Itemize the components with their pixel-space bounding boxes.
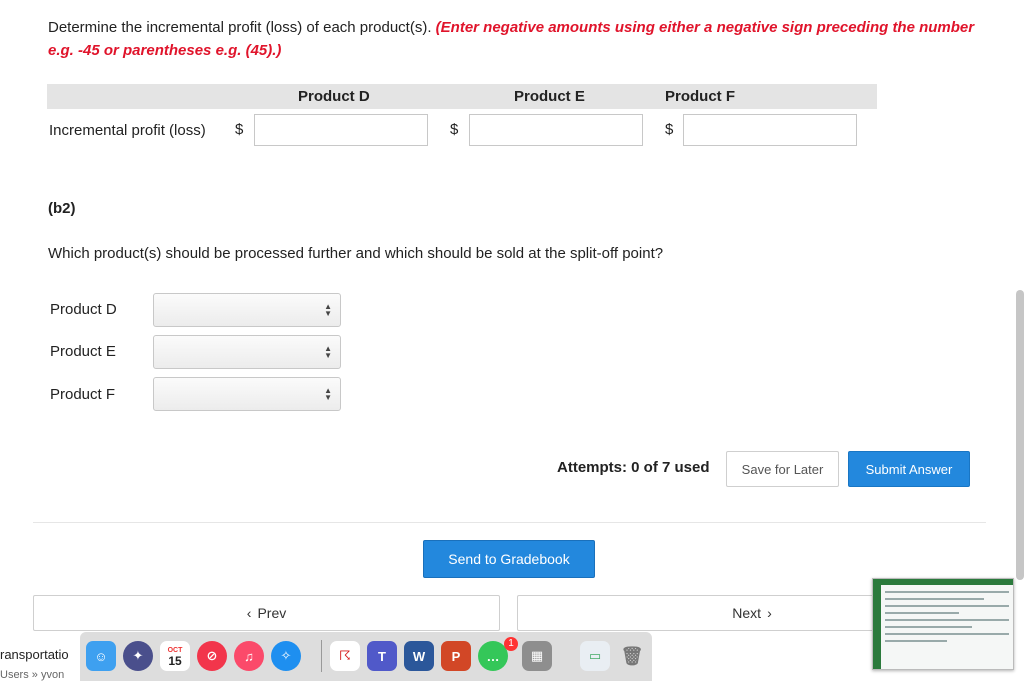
- incremental-profit-label: Incremental profit (loss): [49, 122, 206, 139]
- select-arrows-icon: ▲ ▼: [324, 344, 332, 360]
- product-f-select[interactable]: ▲ ▼: [153, 377, 341, 411]
- trash-icon[interactable]: 🗑: [617, 641, 647, 671]
- column-header-product-f: Product F: [665, 88, 735, 105]
- submit-answer-button[interactable]: Submit Answer: [848, 451, 970, 487]
- dock-separator: [321, 640, 322, 672]
- preview-icon[interactable]: ▭: [580, 641, 610, 671]
- incremental-profit-input-e[interactable]: [469, 114, 643, 146]
- powerpoint-icon[interactable]: P: [441, 641, 471, 671]
- music-icon[interactable]: ♫: [234, 641, 264, 671]
- product-e-label: Product E: [50, 343, 116, 360]
- product-e-select[interactable]: ▲ ▼: [153, 335, 341, 369]
- finder-path: Users » yvon: [0, 669, 65, 681]
- word-icon[interactable]: W: [404, 641, 434, 671]
- teams-letter: T: [378, 648, 386, 664]
- finder-window-remnant: ransportatio Users » yvon: [0, 645, 69, 685]
- save-for-later-button[interactable]: Save for Later: [726, 451, 839, 487]
- calculator-icon[interactable]: ▦: [522, 641, 552, 671]
- calendar-icon[interactable]: OCT 15: [160, 641, 190, 671]
- divider: [33, 522, 986, 523]
- scrollbar[interactable]: [1016, 290, 1024, 580]
- notification-badge: 1: [504, 637, 518, 651]
- currency-symbol-d: $: [235, 121, 244, 138]
- attempts-counter: Attempts: 0 of 7 used: [557, 459, 710, 476]
- table-header-bar: [47, 84, 877, 109]
- launchpad-icon[interactable]: ✦: [123, 641, 153, 671]
- word-letter: W: [412, 648, 426, 664]
- instructions: Determine the incremental profit (loss) …: [48, 16, 978, 62]
- currency-symbol-f: $: [665, 121, 674, 138]
- news-icon[interactable]: ⊘: [197, 641, 227, 671]
- select-arrows-icon: ▲ ▼: [324, 386, 332, 402]
- chevron-left-icon: ‹: [246, 605, 252, 621]
- send-to-gradebook-button[interactable]: Send to Gradebook: [423, 540, 595, 578]
- chevron-right-icon: ›: [767, 605, 772, 621]
- screenshot-thumbnail[interactable]: [872, 578, 1014, 670]
- finder-icon[interactable]: ☺: [86, 641, 116, 671]
- safari-icon[interactable]: ✧: [271, 641, 301, 671]
- finder-title: ransportatio: [0, 647, 69, 662]
- product-d-label: Product D: [50, 301, 117, 318]
- product-d-select[interactable]: ▲ ▼: [153, 293, 341, 327]
- prev-button[interactable]: ‹ Prev: [33, 595, 500, 631]
- calendar-day: 15: [168, 654, 182, 668]
- column-header-product-d: Product D: [298, 88, 370, 105]
- product-f-label: Product F: [50, 386, 116, 403]
- incremental-profit-input-f[interactable]: [683, 114, 857, 146]
- question-text: Which product(s) should be processed fur…: [48, 245, 664, 262]
- powerpoint-letter: P: [451, 648, 461, 664]
- instructions-text: Determine the incremental profit (loss) …: [48, 19, 432, 36]
- prev-label: Prev: [257, 605, 287, 621]
- incremental-profit-input-d[interactable]: [254, 114, 428, 146]
- column-header-product-e: Product E: [514, 88, 585, 105]
- teams-icon[interactable]: T: [367, 641, 397, 671]
- currency-symbol-e: $: [450, 121, 459, 138]
- acrobat-icon[interactable]: ☈: [330, 641, 360, 671]
- part-label: (b2): [48, 200, 76, 217]
- select-arrows-icon: ▲ ▼: [324, 302, 332, 318]
- next-label: Next: [732, 605, 762, 621]
